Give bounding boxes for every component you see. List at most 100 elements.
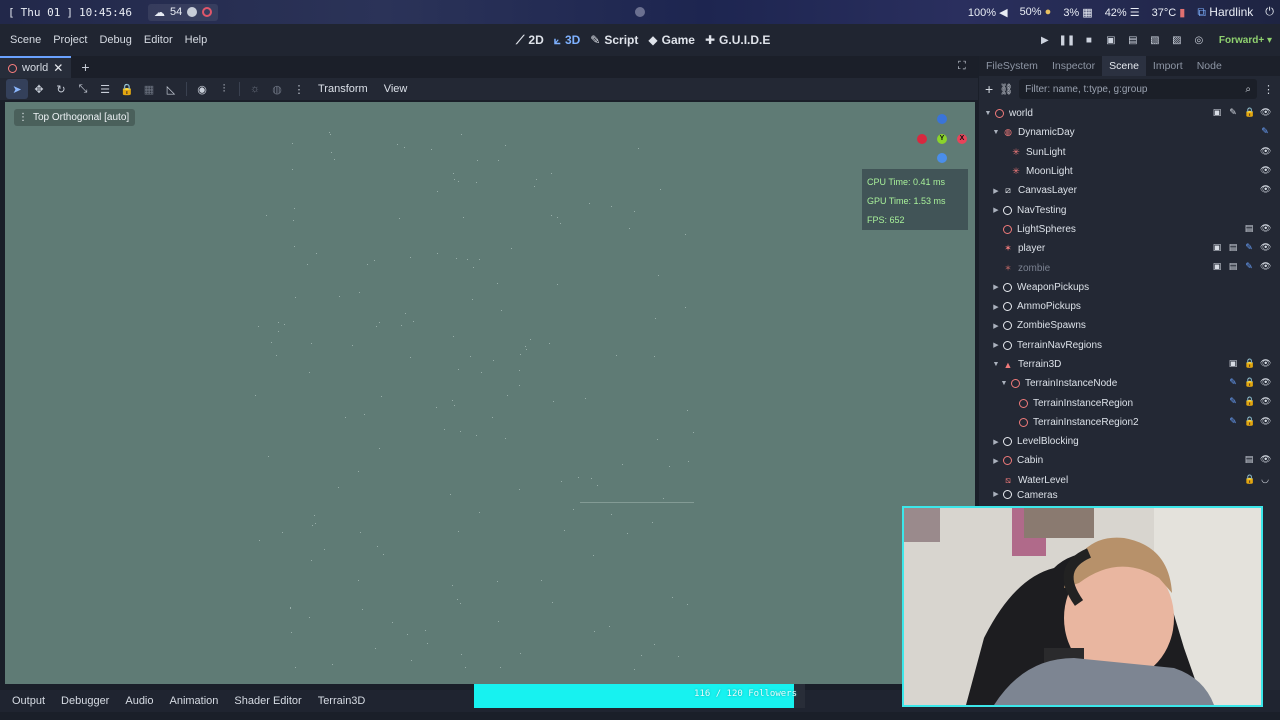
clapper-icon[interactable]: ▤ [1228,242,1238,252]
tree-node-cameras[interactable]: ▶ Cameras [979,489,1280,499]
node-filter-input[interactable]: Filter: name, t:type, g:group ⌕ [1019,79,1257,99]
kebab-menu-icon[interactable]: ⋮ [1263,83,1274,96]
lock-icon[interactable]: 🔒 [1244,358,1255,368]
pause-icon[interactable]: ❚❚ [1059,34,1076,46]
tree-node-sunlight[interactable]: ✳ SunLight 👁 [979,143,1280,162]
lock-icon[interactable]: 🔒 [116,79,138,99]
power-icon[interactable]: ⏻ [1265,6,1274,19]
chevron-right-icon[interactable]: ▶ [991,283,1001,291]
tree-node-canvaslayer[interactable]: ▶ ⧄ CanvasLayer 👁 [979,181,1280,200]
tree-node-terrainnavregions[interactable]: ▶ TerrainNavRegions [979,336,1280,355]
visibility-eye-icon[interactable]: 👁 [1260,107,1271,117]
scene-tab-world[interactable]: world ✕ [0,56,72,78]
mic-status[interactable]: 50% ● [1020,6,1052,18]
viewport-view-menu[interactable]: ⋮ Top Orthogonal [auto] [14,109,136,126]
chevron-right-icon[interactable]: ▶ [991,490,1001,498]
menu-help[interactable]: Help [179,34,214,46]
script-icon[interactable]: ✎ [1244,242,1254,252]
visibility-eye-icon[interactable]: 👁 [1260,184,1271,194]
clapper-icon[interactable]: ▤ [1228,261,1238,271]
chevron-down-icon[interactable]: ▼ [983,110,993,117]
menu-project[interactable]: Project [47,34,93,46]
lock-icon[interactable]: 🔒 [1244,396,1255,406]
stop-icon[interactable]: ■ [1083,34,1095,46]
play-icon[interactable]: ▶ [1039,34,1051,46]
tree-node-waterlevel[interactable]: ⧅ WaterLevel 🔒 ◡ [979,471,1280,490]
tree-node-ammopickups[interactable]: ▶ AmmoPickups [979,297,1280,316]
visibility-eye-icon[interactable]: 👁 [1260,377,1271,387]
script-icon[interactable]: ✎ [1228,107,1238,117]
sun-preview-icon[interactable]: ☼ [244,79,266,99]
chevron-right-icon[interactable]: ▶ [991,322,1001,330]
panel-shader-editor[interactable]: Shader Editor [226,695,309,707]
chevron-right-icon[interactable]: ▶ [991,303,1001,311]
tab-import[interactable]: Import [1146,60,1190,72]
add-scene-icon[interactable]: + [81,59,89,75]
tab-filesystem[interactable]: FileSystem [979,60,1045,72]
tree-node-terraininstanceregion2[interactable]: TerrainInstanceRegion2 ✎ 🔒 👁 [979,413,1280,432]
lock-icon[interactable]: 🔒 [1244,377,1255,387]
chevron-right-icon[interactable]: ▶ [991,187,1001,195]
renderer-select[interactable]: Forward+ ▾ [1219,35,1272,46]
remote-debug-icon[interactable]: ▣ [1105,34,1117,46]
tab-inspector[interactable]: Inspector [1045,60,1102,72]
tree-node-lightspheres[interactable]: LightSpheres ▤ 👁 [979,220,1280,239]
local-space-icon[interactable]: ◉ [191,79,213,99]
workspace-guide[interactable]: ✚ G.U.I.D.E [705,33,770,47]
kebab-menu-icon[interactable]: ⋮ [288,79,310,99]
chevron-right-icon[interactable]: ▶ [991,438,1001,446]
tab-node[interactable]: Node [1190,60,1229,72]
tree-node-cabin[interactable]: ▶ Cabin ▤ 👁 [979,451,1280,470]
select-mode-icon[interactable]: ➤ [6,79,28,99]
panel-output[interactable]: Output [4,695,53,707]
tree-node-player[interactable]: ✶ player ▣ ▤ ✎ 👁 [979,239,1280,258]
network-status[interactable]: ⧉ Hardlink [1197,5,1253,20]
script-icon[interactable]: ✎ [1228,377,1238,387]
rotate-mode-icon[interactable]: ↻ [50,79,72,99]
panel-audio[interactable]: Audio [117,695,161,707]
movie-maker-icon[interactable]: ◎ [1193,34,1205,46]
clapper-icon[interactable]: ▤ [1244,454,1254,464]
lock-icon[interactable]: 🔒 [1244,474,1255,484]
workspace-2d[interactable]: ⟋ 2D [516,33,544,48]
tree-node-world[interactable]: ▼ world ▣ ✎ 🔒 👁 [979,104,1280,123]
visibility-eye-icon[interactable]: 👁 [1260,146,1271,156]
movie-icon[interactable]: ▤ [1127,34,1139,46]
clapper-icon[interactable]: ▤ [1244,223,1254,233]
script-icon[interactable]: ✎ [1228,416,1238,426]
ruler-icon[interactable]: ◺ [160,79,182,99]
script-icon[interactable]: ✎ [1244,261,1254,271]
axis-gizmo[interactable]: Y X [917,106,971,163]
script-icon[interactable]: ✎ [1228,396,1238,406]
visibility-eye-icon[interactable]: 👁 [1260,261,1271,271]
tree-node-zombiespawns[interactable]: ▶ ZombieSpawns [979,316,1280,335]
list-select-icon[interactable]: ☰ [94,79,116,99]
tree-node-zombie[interactable]: ✶ zombie ▣ ▤ ✎ 👁 [979,258,1280,277]
chevron-right-icon[interactable]: ▶ [991,457,1001,465]
chevron-down-icon[interactable]: ▼ [999,380,1009,387]
play-custom-icon[interactable]: ▨ [1171,34,1183,46]
menu-editor[interactable]: Editor [138,34,179,46]
chevron-down-icon[interactable]: ▼ [991,129,1001,136]
workspace-game[interactable]: ◆ Game [648,33,695,47]
group-icon[interactable]: ▣ [1212,107,1222,117]
tree-node-moonlight[interactable]: ✳ MoonLight 👁 [979,162,1280,181]
visibility-eye-icon[interactable]: 👁 [1260,358,1271,368]
scale-mode-icon[interactable]: ⤡ [72,79,94,99]
group-icon[interactable]: ▣ [1228,358,1238,368]
script-icon[interactable]: ✎ [1260,126,1270,136]
lock-icon[interactable]: 🔒 [1244,416,1255,426]
panel-terrain3d[interactable]: Terrain3D [310,695,374,707]
visibility-hidden-icon[interactable]: ◡ [1260,474,1270,484]
snap-icon[interactable]: ⫶ [213,79,235,99]
3d-viewport[interactable]: ⋮ Top Orthogonal [auto] Y X CPU Time: 0.… [5,102,975,684]
volume-status[interactable]: 100% ◀ [968,6,1008,19]
lock-icon[interactable]: 🔒 [1244,107,1255,117]
fullscreen-icon[interactable]: ⛶ [958,60,970,72]
group-icon[interactable]: ▣ [1212,261,1222,271]
visibility-eye-icon[interactable]: 👁 [1260,165,1271,175]
tree-node-dynamicday[interactable]: ▼ ◍ DynamicDay ✎ [979,123,1280,142]
tree-node-levelblocking[interactable]: ▶ LevelBlocking [979,432,1280,451]
group-icon[interactable]: ▣ [1212,242,1222,252]
tree-node-terrain3d[interactable]: ▼ ▲ Terrain3D ▣ 🔒 👁 [979,355,1280,374]
